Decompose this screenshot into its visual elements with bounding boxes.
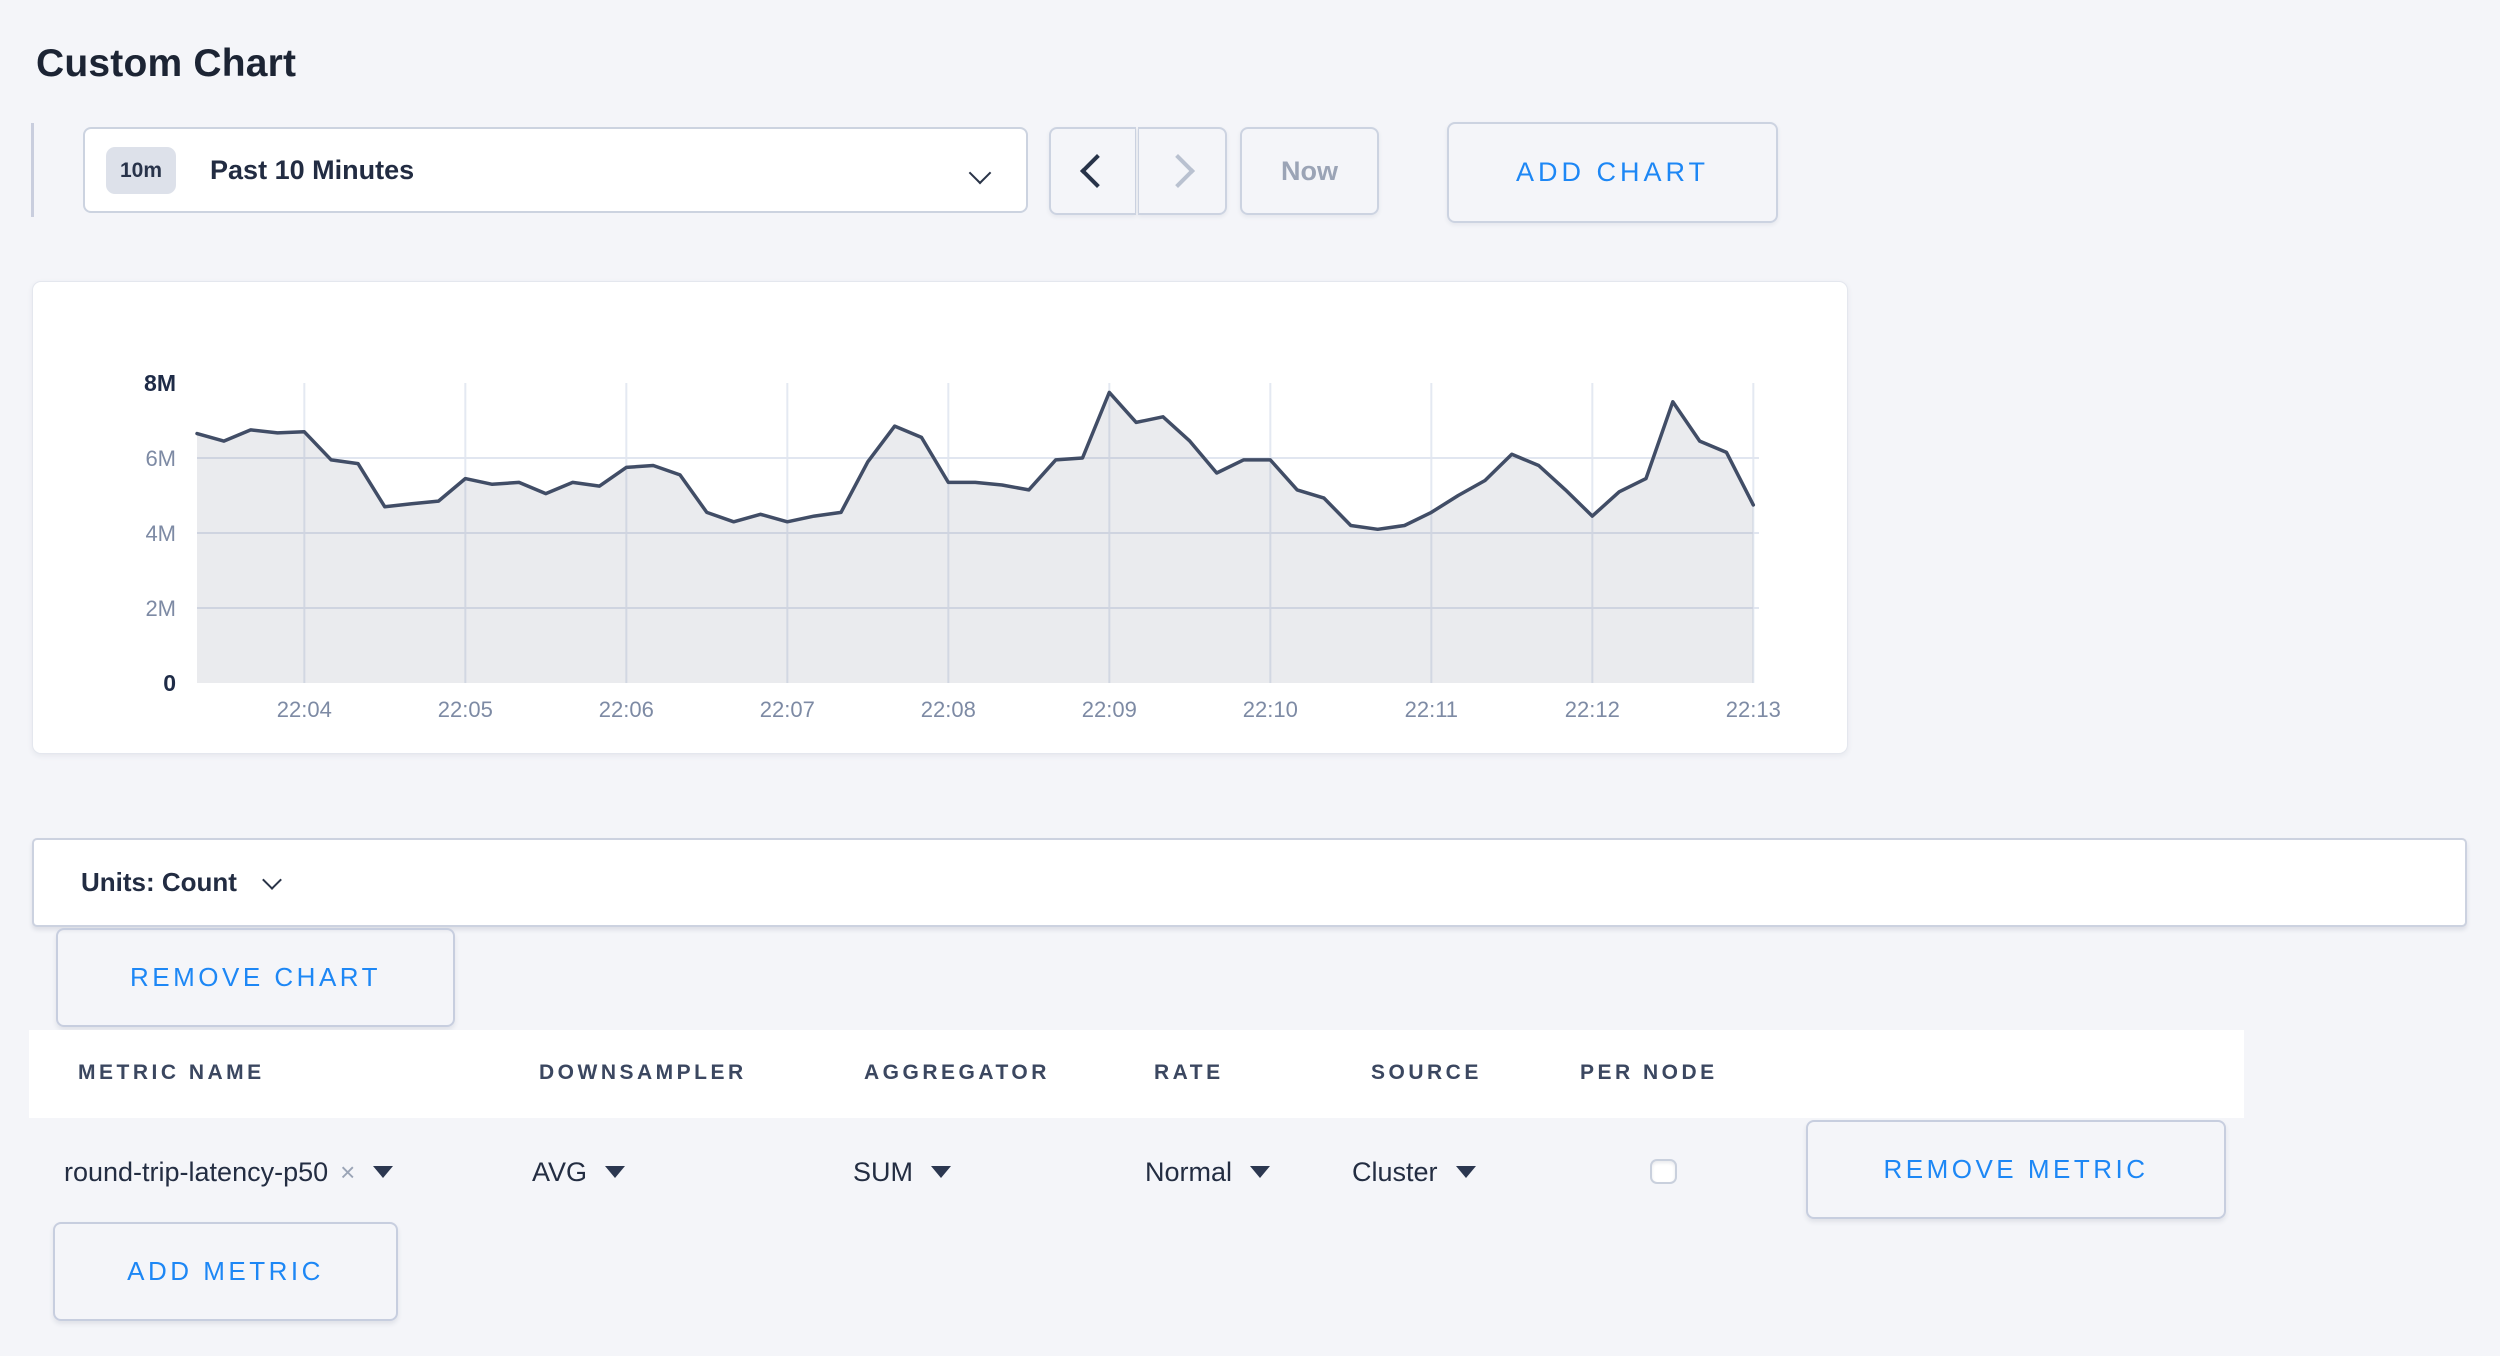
aggregator-select[interactable]: SUM (853, 1152, 951, 1192)
chart-area-fill (197, 392, 1753, 683)
column-per-node: PER NODE (1580, 1061, 1718, 1085)
clear-metric-icon[interactable]: × (340, 1157, 355, 1188)
chevron-right-icon (1161, 154, 1195, 188)
caret-down-icon (373, 1166, 393, 1178)
page-title: Custom Chart (36, 42, 296, 86)
x-tick-label: 22:12 (1565, 697, 1620, 722)
x-tick-label: 22:08 (921, 697, 976, 722)
caret-down-icon (1456, 1166, 1476, 1178)
remove-chart-button[interactable]: REMOVE CHART (56, 928, 455, 1027)
time-window-label: Past 10 Minutes (210, 155, 414, 186)
caret-down-icon (605, 1166, 625, 1178)
chart-card: 22:04 22:05 22:06 22:07 22:08 22:09 22:10 22:11… (32, 281, 1848, 754)
prev-time-button[interactable] (1049, 127, 1136, 215)
column-downsampler: DOWNSAMPLER (539, 1061, 747, 1085)
caret-down-icon (1250, 1166, 1270, 1178)
per-node-checkbox[interactable] (1650, 1159, 1677, 1184)
time-window-dropdown[interactable]: 10m Past 10 Minutes (83, 127, 1028, 213)
chevron-left-icon (1080, 154, 1114, 188)
x-tick-label: 22:11 (1405, 697, 1458, 722)
x-tick-label: 22:09 (1082, 697, 1137, 722)
now-button[interactable]: Now (1240, 127, 1379, 215)
caret-down-icon (931, 1166, 951, 1178)
source-select[interactable]: Cluster (1352, 1152, 1476, 1192)
add-chart-button[interactable]: ADD CHART (1447, 122, 1778, 223)
downsampler-select[interactable]: AVG (532, 1152, 625, 1192)
units-label: Units: Count (81, 867, 237, 898)
units-dropdown[interactable]: Units: Count (32, 838, 2467, 927)
y-tick-label: 8M (144, 370, 176, 396)
chevron-down-icon (969, 162, 992, 185)
add-metric-button[interactable]: ADD METRIC (53, 1222, 398, 1321)
toolbar-divider (31, 123, 34, 217)
column-metric-name: METRIC NAME (78, 1061, 265, 1085)
remove-metric-button[interactable]: REMOVE METRIC (1806, 1120, 2226, 1219)
next-time-button[interactable] (1138, 127, 1227, 215)
rate-select[interactable]: Normal (1145, 1152, 1270, 1192)
metrics-table-header: METRIC NAME DOWNSAMPLER AGGREGATOR RATE … (29, 1030, 2244, 1118)
custom-chart-svg[interactable]: 22:04 22:05 22:06 22:07 22:08 22:09 22:10 22:11… (33, 282, 1847, 753)
x-tick-label: 22:06 (599, 697, 654, 722)
y-tick-label: 0 (163, 670, 176, 696)
x-tick-label: 22:13 (1726, 697, 1781, 722)
x-tick-label: 22:04 (277, 697, 332, 722)
time-window-badge: 10m (106, 147, 176, 194)
column-rate: RATE (1154, 1061, 1224, 1085)
y-tick-label: 4M (145, 521, 176, 546)
column-source: SOURCE (1371, 1061, 1482, 1085)
y-tick-label: 6M (145, 446, 176, 471)
chevron-down-icon (262, 870, 282, 890)
x-tick-label: 22:10 (1243, 697, 1298, 722)
x-tick-label: 22:07 (760, 697, 815, 722)
metric-name-select[interactable]: round-trip-latency-p50 × (64, 1152, 393, 1192)
y-tick-label: 2M (145, 596, 176, 621)
x-tick-label: 22:05 (438, 697, 493, 722)
column-aggregator: AGGREGATOR (864, 1061, 1050, 1085)
